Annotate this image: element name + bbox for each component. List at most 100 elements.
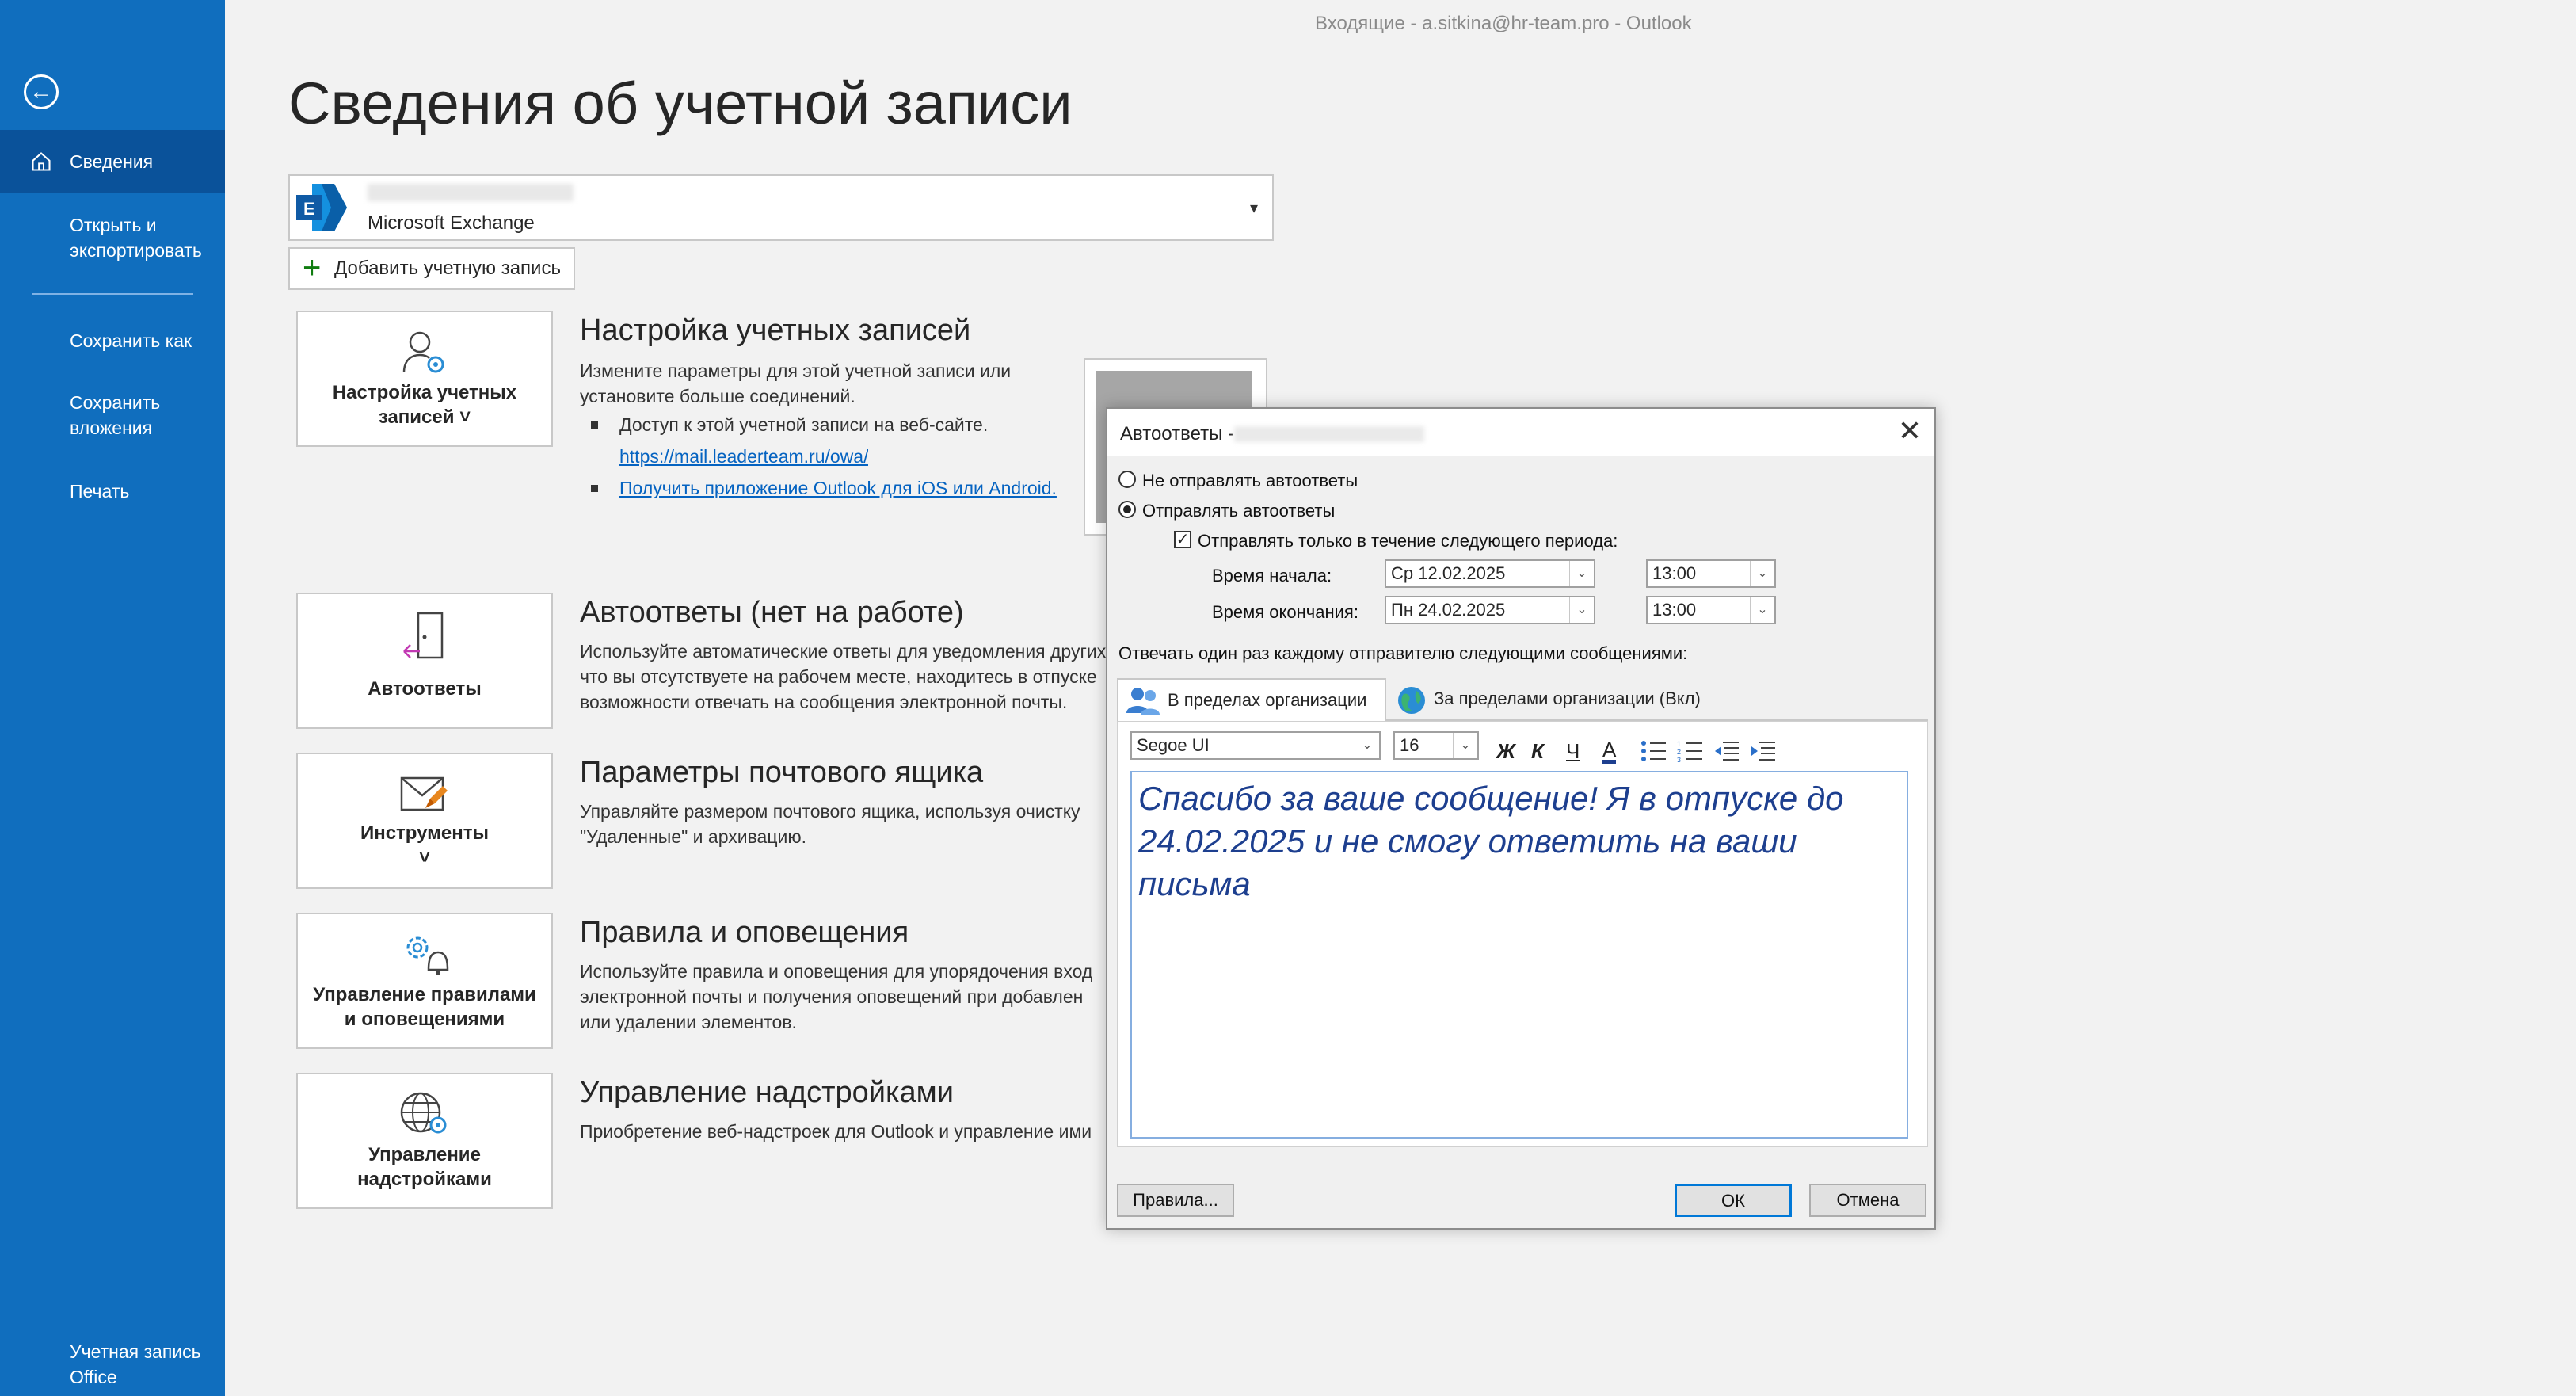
tab-outside-organization[interactable]: За пределами организации (Вкл) [1391,678,1724,719]
tools-tile[interactable]: Инструменты ˅ [296,753,553,889]
end-time-value: 13:00 [1652,600,1697,620]
tab-inside-label: В пределах организации [1168,690,1367,710]
section-text: Управляйте размером почтового ящика, исп… [580,801,1080,822]
add-account-button[interactable]: + Добавить учетную запись [288,247,575,290]
section-text: Приобретение веб-надстроек для Outlook и… [580,1121,1092,1142]
chevron-down-icon: ⌄ [1569,561,1594,586]
font-color-button[interactable]: A [1602,739,1617,764]
radio-dont-send-label: Не отправлять автоответы [1142,471,1358,490]
globe-gear-icon [400,1092,447,1134]
font-family-select[interactable]: Segoe UI ⌄ [1130,731,1381,760]
tile-label: Управление надстройками [357,1144,492,1190]
radio-dont-send[interactable] [1118,471,1136,488]
chevron-down-icon: ▾ [1249,200,1258,217]
section-text: установите больше соединений. [580,386,855,406]
account-selector[interactable]: E Microsoft Exchange ▾ [288,174,1274,241]
end-time-picker[interactable]: 13:00 ⌄ [1646,596,1776,624]
radio-send-label: Отправлять автоответы [1142,501,1336,521]
end-date-picker[interactable]: Пн 24.02.2025 ⌄ [1385,596,1595,624]
manage-addins-title: Управление надстройками [580,1076,954,1109]
section-text: Измените параметры для этой учетной запи… [580,360,1012,381]
nav-item-save-as[interactable]: Сохранить как [0,328,225,353]
section-text: Используйте автоматические ответы для ув… [580,641,1107,662]
globe-icon [1398,687,1425,714]
bullet [591,485,598,492]
back-arrow-icon: ← [29,78,53,105]
start-time-value: 13:00 [1652,563,1697,583]
chevron-down-icon: ⌄ [1750,561,1774,586]
mobile-app-link[interactable]: Получить приложение Outlook для iOS или … [619,475,1057,501]
tile-label: Автоответы [368,678,482,700]
font-size-value: 16 [1400,735,1419,755]
manage-addins-tile[interactable]: Управление надстройками [296,1073,553,1209]
nav-separator [32,293,193,295]
back-button[interactable]: ← [24,74,59,109]
cancel-button[interactable]: Отмена [1809,1184,1926,1217]
dialog-title: Автоответы - [1120,423,1235,444]
owa-link[interactable]: https://mail.leaderteam.ru/owa/ [619,444,868,469]
underline-button[interactable]: Ч [1566,739,1580,764]
rules-alerts-title: Правила и оповещения [580,916,909,949]
bold-button[interactable]: Ж [1496,739,1515,764]
tab-inside-organization[interactable]: В пределах организации [1117,678,1386,723]
nav-item-label: Сведения [70,151,154,172]
door-arrow-icon [403,612,444,659]
start-date-value: Ср 12.02.2025 [1391,563,1506,583]
chevron-down-icon: ⌄ [1750,597,1774,623]
period-checkbox-label: Отправлять только в течение следующего п… [1198,531,1618,551]
increase-indent-icon[interactable] [1750,739,1777,763]
rules-gear-icon [406,936,449,975]
nav-item-save-attachments[interactable]: Сохранить вложения [0,390,225,441]
nav-item-info[interactable]: Сведения [0,130,225,193]
chevron-down-icon: ⌄ [1569,597,1594,623]
account-settings-tile[interactable]: Настройка учетных записей ˅ [296,311,553,447]
account-settings-title: Настройка учетных записей [580,314,971,347]
tile-label: Настройка учетных записей ˅ [332,382,517,428]
font-size-select[interactable]: 16 ⌄ [1393,731,1479,760]
tile-label: Инструменты ˅ [360,822,490,868]
reply-editor: Segoe UI ⌄ 16 ⌄ Ж К Ч A 123 Спасибо за в… [1117,721,1928,1147]
mailbox-cleanup-icon [400,776,448,811]
start-time-picker[interactable]: 13:00 ⌄ [1646,559,1776,588]
auto-replies-tile[interactable]: Автоответы [296,593,553,729]
end-time-label: Время окончания: [1212,602,1358,622]
dialog-titlebar: Автоответы - ✕ [1107,409,1934,456]
svg-text:3: 3 [1677,756,1681,763]
tab-bar: В пределах организации За пределами орга… [1117,678,1928,723]
auto-replies-dialog: Автоответы - ✕ Не отправлять автоответы … [1106,407,1936,1230]
italic-button[interactable]: К [1531,739,1544,764]
radio-send[interactable] [1118,501,1136,518]
rules-alerts-tile[interactable]: Управление правилами и оповещениями [296,913,553,1049]
bullet-text: Доступ к этой учетной записи на веб-сайт… [619,414,989,435]
people-icon [1126,688,1160,715]
mailbox-settings-title: Параметры почтового ящика [580,756,984,789]
tab-outside-label: За пределами организации (Вкл) [1434,688,1701,708]
backstage-sidebar: ← Сведения Открыть и экспортировать Сохр… [0,0,225,1396]
font-family-value: Segoe UI [1137,735,1210,755]
ok-button[interactable]: ОК [1675,1184,1792,1217]
nav-item-open-export[interactable]: Открыть и экспортировать [0,212,225,263]
chevron-down-icon: ⌄ [1355,733,1379,758]
auto-replies-title: Автоответы (нет на работе) [580,596,964,629]
decrease-indent-icon[interactable] [1713,739,1740,763]
reply-message-textarea[interactable]: Спасибо за ваше сообщение! Я в отпуске д… [1130,771,1908,1139]
svg-text:1: 1 [1677,740,1681,748]
window-title: Входящие - a.sitkina@hr-team.pro - Outlo… [1315,13,1692,34]
rules-button[interactable]: Правила... [1117,1184,1234,1217]
exchange-icon: E [296,184,347,231]
svg-text:2: 2 [1677,748,1681,756]
page-title: Сведения об учетной записи [288,71,1073,136]
section-text: электронной почты и получения оповещений… [580,986,1084,1007]
bullet-list-icon[interactable] [1640,739,1667,763]
plus-icon: + [303,250,322,285]
start-date-picker[interactable]: Ср 12.02.2025 ⌄ [1385,559,1595,588]
period-checkbox[interactable]: ✓ [1174,531,1191,548]
numbered-list-icon[interactable]: 123 [1677,739,1704,763]
section-text: Используйте правила и оповещения для упо… [580,961,1093,982]
close-icon[interactable]: ✕ [1898,417,1922,445]
chevron-down-icon: ⌄ [1453,733,1477,758]
dialog-title-redacted [1234,426,1424,442]
section-text: "Удаленные" и архивацию. [580,826,807,847]
nav-item-print[interactable]: Печать [0,479,225,504]
nav-item-office-account[interactable]: Учетная запись Office [0,1339,225,1390]
